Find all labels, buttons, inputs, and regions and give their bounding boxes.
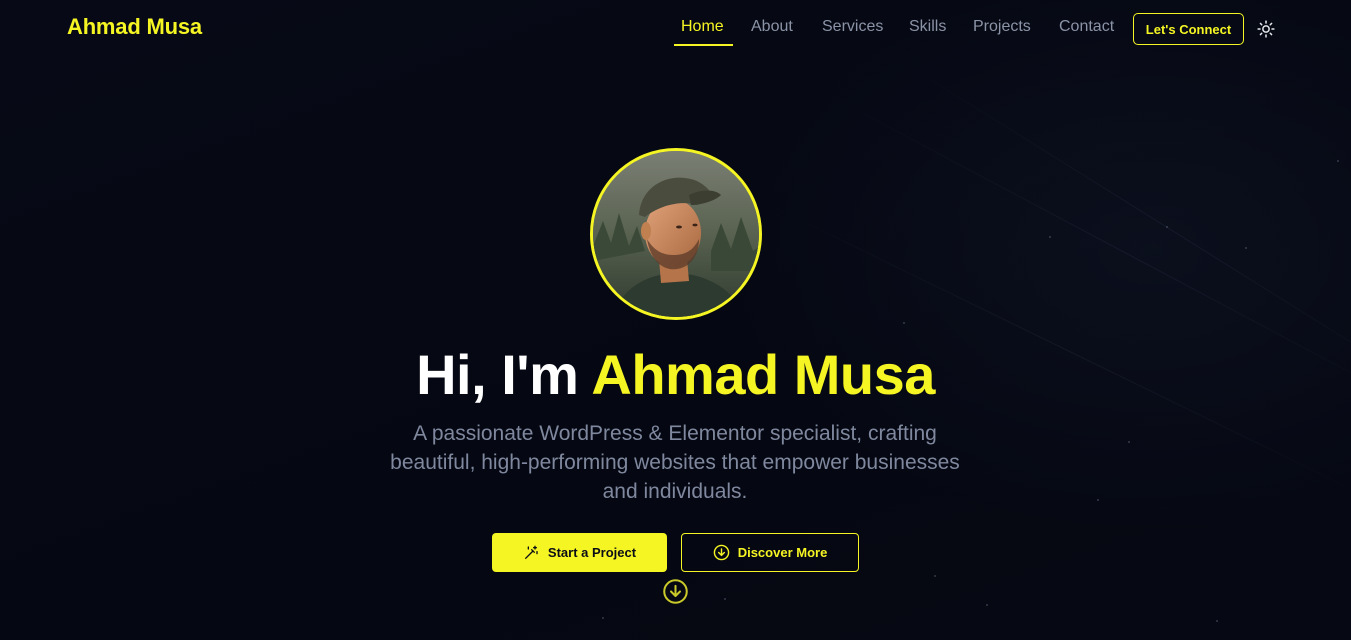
background-star bbox=[1216, 620, 1218, 622]
background-star bbox=[1337, 160, 1339, 162]
page: Ahmad Musa Home About Services Skills Pr… bbox=[0, 0, 1351, 640]
hero-heading: Hi, I'm Ahmad Musa bbox=[0, 342, 1351, 407]
background-star bbox=[934, 575, 936, 577]
arrow-down-circle-icon bbox=[713, 544, 729, 561]
profile-photo bbox=[593, 151, 759, 317]
discover-more-button[interactable]: Discover More bbox=[681, 533, 859, 572]
hero-greeting: Hi, I'm bbox=[416, 343, 579, 406]
background-star bbox=[903, 322, 905, 324]
background-star bbox=[1166, 226, 1168, 228]
background-star bbox=[1245, 247, 1247, 249]
nav-item-home[interactable]: Home bbox=[681, 18, 724, 36]
magic-wand-icon bbox=[524, 545, 538, 559]
nav-item-about[interactable]: About bbox=[751, 18, 793, 36]
active-nav-indicator bbox=[674, 44, 733, 46]
background-star bbox=[1049, 236, 1051, 238]
start-project-button[interactable]: Start a Project bbox=[492, 533, 667, 572]
site-header: Ahmad Musa Home About Services Skills Pr… bbox=[0, 0, 1351, 56]
background-star bbox=[986, 604, 988, 606]
background-star bbox=[1097, 499, 1099, 501]
nav-item-services[interactable]: Services bbox=[822, 18, 883, 36]
avatar bbox=[590, 148, 762, 320]
arrow-down-circle-icon bbox=[663, 579, 688, 604]
nav-item-projects[interactable]: Projects bbox=[973, 18, 1031, 36]
scroll-down-button[interactable] bbox=[662, 578, 689, 605]
theme-toggle[interactable] bbox=[1255, 18, 1277, 40]
background-star bbox=[1128, 441, 1130, 443]
sun-icon bbox=[1257, 20, 1275, 38]
start-project-label: Start a Project bbox=[547, 545, 637, 560]
discover-more-label: Discover More bbox=[737, 545, 828, 560]
hero-name: Ahmad Musa bbox=[591, 343, 935, 406]
nav-item-contact[interactable]: Contact bbox=[1059, 18, 1114, 36]
site-logo[interactable]: Ahmad Musa bbox=[67, 14, 202, 40]
hero-description: A passionate WordPress & Elementor speci… bbox=[390, 422, 960, 503]
background-star bbox=[602, 617, 604, 619]
lets-connect-button[interactable]: Let's Connect bbox=[1133, 13, 1244, 45]
nav-item-skills[interactable]: Skills bbox=[909, 18, 946, 36]
background-star bbox=[724, 598, 726, 600]
